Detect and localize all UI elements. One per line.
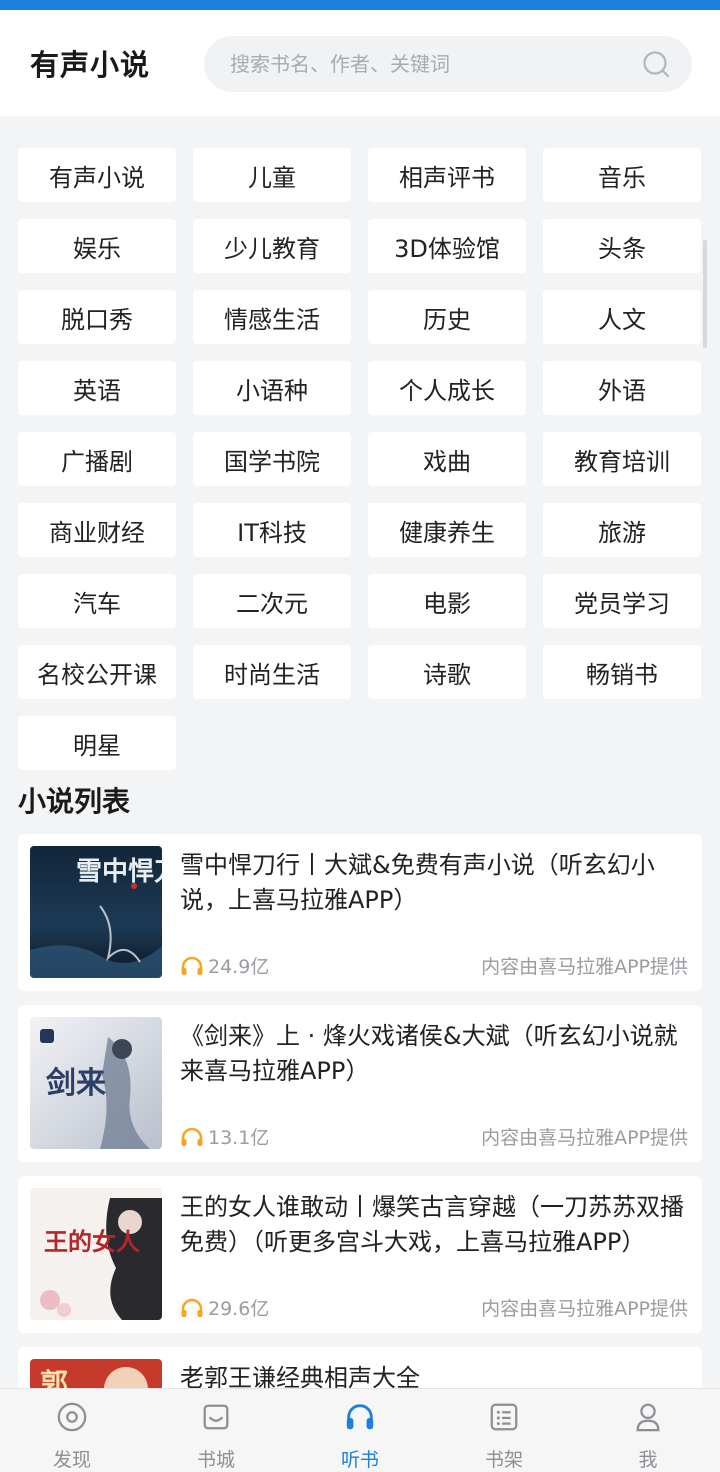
play-count: 29.6亿: [180, 1294, 269, 1321]
content-source: 内容由喜马拉雅APP提供: [481, 1127, 688, 1149]
category-item[interactable]: 音乐: [543, 148, 701, 202]
category-item[interactable]: IT科技: [193, 503, 351, 557]
play-count-value: 29.6亿: [208, 1298, 270, 1320]
svg-text:雪中悍刀行: 雪中悍刀行: [76, 856, 162, 887]
svg-text:剑来: 剑来: [46, 1066, 106, 1101]
category-item[interactable]: 英语: [18, 361, 176, 415]
headphones-icon: [181, 1127, 203, 1146]
category-item[interactable]: 戏曲: [368, 432, 526, 486]
tab-bookshelf[interactable]: 书架: [432, 1389, 576, 1472]
category-item[interactable]: 名校公开课: [18, 645, 176, 699]
play-count: 24.9亿: [180, 952, 269, 979]
category-item[interactable]: 教育培训: [543, 432, 701, 486]
book-card[interactable]: 王的女人 王的女人谁敢动丨爆笑古言穿越（一刀苏苏双播免费）（听更多宫斗大戏，上喜…: [18, 1176, 702, 1333]
category-item[interactable]: 国学书院: [193, 432, 351, 486]
headphones-icon: [181, 1298, 203, 1317]
tab-audiobooks[interactable]: 听书: [288, 1389, 432, 1472]
category-item[interactable]: 健康养生: [368, 503, 526, 557]
category-item[interactable]: 畅销书: [543, 645, 701, 699]
category-item[interactable]: 儿童: [193, 148, 351, 202]
play-count-value: 24.9亿: [208, 956, 270, 978]
category-item[interactable]: 头条: [543, 219, 701, 273]
svg-text:王的女人: 王的女人: [44, 1227, 140, 1256]
category-grid: 有声小说 儿童 相声评书 音乐娱乐 少儿教育 3D体验馆 头条脱口秀 情感生活 历史 人文英语 小语…: [18, 148, 704, 770]
play-count-value: 13.1亿: [208, 1127, 270, 1149]
category-item[interactable]: 党员学习: [543, 574, 701, 628]
tab-label: 听书: [340, 1449, 379, 1471]
category-item[interactable]: 人文: [543, 290, 701, 344]
user-icon: [636, 1403, 660, 1432]
category-item[interactable]: 旅游: [543, 503, 701, 557]
category-item[interactable]: 电影: [368, 574, 526, 628]
tab-label: 发现: [52, 1449, 91, 1471]
category-item[interactable]: 个人成长: [368, 361, 526, 415]
content-source: 内容由喜马拉雅APP提供: [481, 1298, 688, 1320]
book-title: 雪中悍刀行丨大斌&免费有声小说（听玄幻小说，上喜马拉雅APP）: [180, 851, 655, 914]
category-item[interactable]: 诗歌: [368, 645, 526, 699]
category-item[interactable]: 明星: [18, 716, 176, 770]
headphones-icon: [181, 956, 203, 975]
status-bar: [0, 0, 720, 10]
category-item[interactable]: 二次元: [193, 574, 351, 628]
tab-me[interactable]: 我: [576, 1389, 720, 1472]
book-list: 雪中悍刀行 雪中悍刀行丨大斌&免费有声小说（听玄幻小说，上喜马拉雅APP） 24…: [18, 834, 702, 1472]
tab-label: 书架: [484, 1449, 523, 1471]
category-item[interactable]: 外语: [543, 361, 701, 415]
search-box[interactable]: [204, 36, 692, 92]
category-item[interactable]: 时尚生活: [193, 645, 351, 699]
list-icon: [490, 1403, 518, 1431]
category-item[interactable]: 汽车: [18, 574, 176, 628]
tab-bookstore[interactable]: 书城: [144, 1389, 288, 1472]
category-item[interactable]: 3D体验馆: [368, 219, 526, 273]
bag-icon: [203, 1404, 229, 1430]
scrollbar[interactable]: [703, 240, 707, 348]
category-item[interactable]: 小语种: [193, 361, 351, 415]
book-cover: 雪中悍刀行: [30, 846, 162, 978]
book-cover: 剑来: [30, 1017, 162, 1149]
book-card[interactable]: 剑来 《剑来》上 · 烽火戏诸侯&大斌（听玄幻小说就来喜马拉雅APP） 13.1…: [18, 1005, 702, 1162]
category-item[interactable]: 脱口秀: [18, 290, 176, 344]
category-item[interactable]: 商业财经: [18, 503, 176, 557]
tab-label: 书城: [196, 1449, 235, 1471]
category-item[interactable]: 广播剧: [18, 432, 176, 486]
search-input[interactable]: [230, 36, 630, 92]
compass-icon: [57, 1402, 87, 1432]
page-title: 有声小说: [30, 48, 151, 82]
content-source: 内容由喜马拉雅APP提供: [481, 956, 688, 978]
section-title: 小说列表: [18, 785, 131, 818]
category-item[interactable]: 娱乐: [18, 219, 176, 273]
category-item[interactable]: 相声评书: [368, 148, 526, 202]
bottom-tab-bar: 发现 书城 听书 书架 我: [0, 1388, 720, 1472]
tab-discover[interactable]: 发现: [0, 1389, 144, 1472]
book-card[interactable]: 雪中悍刀行 雪中悍刀行丨大斌&免费有声小说（听玄幻小说，上喜马拉雅APP） 24…: [18, 834, 702, 991]
book-title: 《剑来》上 · 烽火戏诸侯&大斌（听玄幻小说就来喜马拉雅APP）: [180, 1022, 678, 1085]
headphones-icon: [346, 1404, 374, 1430]
category-item[interactable]: 有声小说: [18, 148, 176, 202]
category-item[interactable]: 历史: [368, 290, 526, 344]
header: 有声小说: [0, 10, 720, 116]
tab-label: 我: [638, 1449, 658, 1471]
category-item[interactable]: 少儿教育: [193, 219, 351, 273]
book-title: 王的女人谁敢动丨爆笑古言穿越（一刀苏苏双播免费）（听更多宫斗大戏，上喜马拉雅AP…: [180, 1193, 684, 1256]
book-cover: 王的女人: [30, 1188, 162, 1320]
play-count: 13.1亿: [180, 1123, 269, 1150]
category-item[interactable]: 情感生活: [193, 290, 351, 344]
search-icon[interactable]: [642, 50, 670, 78]
